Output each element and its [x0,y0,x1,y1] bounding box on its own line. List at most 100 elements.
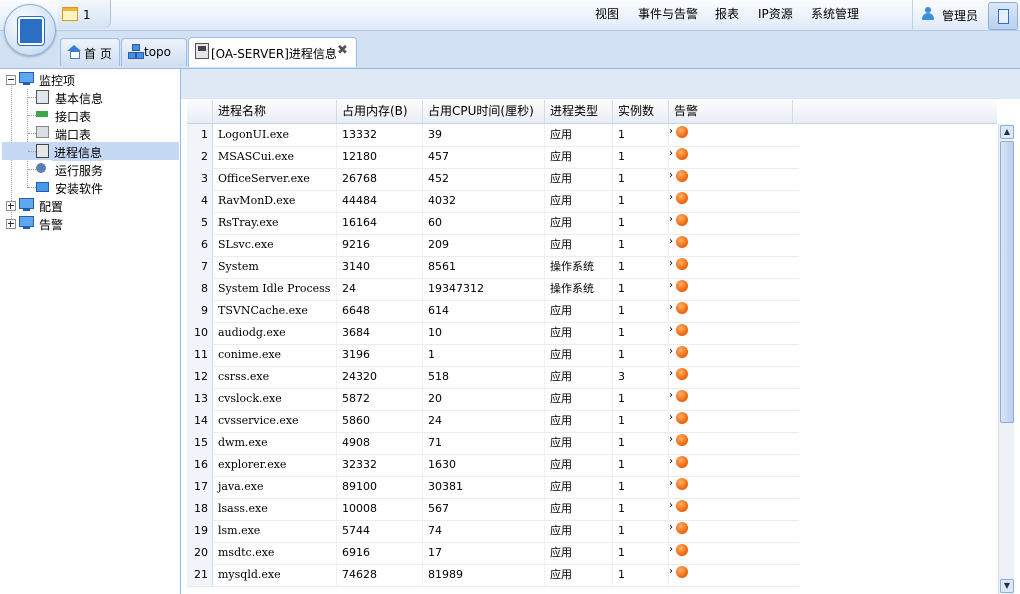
tree-node-process-info[interactable]: 进程信息 [0,142,178,161]
table-row[interactable]: 16 explorer.exe 32332 1630 应用 1 › [187,454,799,477]
alarm-indicator[interactable]: › [669,258,689,274]
table-row[interactable]: 18 lsass.exe 10008 567 应用 1 › [187,498,799,521]
instances-cell: 1 [613,212,669,234]
cpu-time-cell: 518 [423,366,545,388]
alarm-indicator[interactable]: › [669,346,689,362]
user-menu[interactable]: 管理员 [912,0,985,29]
alarm-indicator[interactable]: › [669,500,689,516]
alarm-indicator[interactable]: › [669,478,689,494]
alarm-indicator[interactable]: › [669,368,689,384]
table-row[interactable]: 7 System 3140 8561 操作系统 1 › [187,256,799,279]
table-row[interactable]: 17 java.exe 89100 30381 应用 1 › [187,476,799,499]
table-row[interactable]: 1 LogonUI.exe 13332 39 应用 1 › [187,124,799,147]
process-type-cell: 应用 [545,454,613,476]
scroll-up-icon[interactable]: ▲ [1000,125,1014,139]
table-row[interactable]: 2 MSASCui.exe 12180 457 应用 1 › [187,146,799,169]
close-icon[interactable]: ✖ [337,43,348,58]
alarm-indicator[interactable]: › [669,148,689,164]
alarm-indicator[interactable]: › [669,434,689,450]
server-icon [195,43,209,59]
tree-node-interface-table[interactable]: 接口表 [0,106,178,124]
column-header-cpu-time[interactable]: 占用CPU时间(厘秒) [423,100,545,123]
app-logo[interactable] [4,4,56,56]
tree-node-config[interactable]: 配置 [0,196,178,214]
alarm-indicator[interactable]: › [669,192,689,208]
alarm-indicator[interactable]: › [669,302,689,318]
alarm-indicator[interactable]: › [669,324,689,340]
table-row[interactable]: 8 System Idle Process 24 19347312 操作系统 1 › [187,278,799,301]
alarm-indicator[interactable]: › [669,456,689,472]
table-row[interactable]: 9 TSVNCache.exe 6648 614 应用 1 › [187,300,799,323]
exit-button[interactable] [988,2,1018,30]
table-row[interactable]: 6 SLsvc.exe 9216 209 应用 1 › [187,234,799,257]
process-name-cell: conime.exe [213,344,337,366]
table-row[interactable]: 12 csrss.exe 24320 518 应用 3 › [187,366,799,389]
table-row[interactable]: 14 cvsservice.exe 5860 24 应用 1 › [187,410,799,433]
table-row[interactable]: 15 dwm.exe 4908 71 应用 1 › [187,432,799,455]
scroll-down-icon[interactable]: ▼ [1000,579,1014,593]
table-row[interactable]: 4 RavMonD.exe 44484 4032 应用 1 › [187,190,799,213]
vertical-scrollbar[interactable]: ▲ ▼ [998,124,1014,594]
instances-cell: 1 [613,564,669,586]
alarm-indicator[interactable]: › [669,566,689,582]
tree-node-running-services[interactable]: 运行服务 [0,160,178,178]
expand-icon[interactable] [6,219,16,229]
alarm-indicator[interactable]: › [669,126,689,142]
alarm-indicator[interactable]: › [669,214,689,230]
tab-process-info[interactable]: [OA-SERVER]进程信息 ✖ [188,37,357,67]
menu-item-system-management[interactable]: 系统管理 [811,0,859,29]
column-header-instances[interactable]: 实例数 [613,100,669,123]
table-row[interactable]: 20 msdtc.exe 6916 17 应用 1 › [187,542,799,565]
process-type-cell: 应用 [545,520,613,542]
table-row[interactable]: 3 OfficeServer.exe 26768 452 应用 1 › [187,168,799,191]
memory-cell: 5860 [337,410,423,432]
expand-icon[interactable] [6,201,16,211]
menu-item-ip-resources[interactable]: IP资源 [758,0,793,29]
table-row[interactable]: 13 cvslock.exe 5872 20 应用 1 › [187,388,799,411]
instances-cell: 1 [613,278,669,300]
table-row[interactable]: 10 audiodg.exe 3684 10 应用 1 › [187,322,799,345]
process-name-cell: RsTray.exe [213,212,337,234]
alarm-indicator[interactable]: › [669,390,689,406]
instances-cell: 1 [613,234,669,256]
memory-cell: 44484 [337,190,423,212]
scroll-thumb[interactable] [1000,141,1014,423]
table-row[interactable]: 21 mysqld.exe 74628 81989 应用 1 › [187,564,799,587]
alarm-indicator[interactable]: › [669,170,689,186]
alarm-indicator[interactable]: › [669,236,689,252]
tree-node-monitoring[interactable]: 监控项 [0,70,178,88]
tab-topo[interactable]: topo [121,38,187,66]
alarm-indicator[interactable]: › [669,522,689,538]
column-header-process-name[interactable]: 进程名称 [213,100,337,123]
tab-home[interactable]: 首 页 [60,38,120,66]
menu-item-view[interactable]: 视图 [595,0,619,29]
tree-node-basic-info[interactable]: 基本信息 [0,88,178,106]
process-type-cell: 应用 [545,476,613,498]
menu-item-events-alarms[interactable]: 事件与告警 [638,0,698,29]
row-number: 4 [187,190,213,212]
collapse-icon[interactable] [6,75,16,85]
cpu-time-cell: 24 [423,410,545,432]
process-name-cell: csrss.exe [213,366,337,388]
alarm-indicator[interactable]: › [669,412,689,428]
alarm-indicator[interactable]: › [669,280,689,296]
tree-node-alarms[interactable]: 告警 [0,214,178,232]
panel-toolbar [181,69,1020,99]
process-type-cell: 应用 [545,212,613,234]
tree-node-port-table[interactable]: 端口表 [0,124,178,142]
tree-node-installed-software[interactable]: 安装软件 [0,178,178,196]
table-row[interactable]: 19 lsm.exe 5744 74 应用 1 › [187,520,799,543]
instances-cell: 1 [613,476,669,498]
process-name-cell: System [213,256,337,278]
column-header-alarm[interactable]: 告警 [669,100,793,123]
cpu-time-cell: 81989 [423,564,545,586]
table-row[interactable]: 11 conime.exe 3196 1 应用 1 › [187,344,799,367]
alarm-icon [676,478,688,490]
navigation-tree: 监控项 基本信息 接口表 端口表 进程信息 运行服务 安装软件 配置 告警 [0,69,181,594]
column-header-memory[interactable]: 占用内存(B) [337,100,423,123]
alarm-indicator[interactable]: › [669,544,689,560]
notification-button[interactable]: 1 [58,0,111,29]
table-row[interactable]: 5 RsTray.exe 16164 60 应用 1 › [187,212,799,235]
menu-item-reports[interactable]: 报表 [715,0,739,29]
column-header-process-type[interactable]: 进程类型 [545,100,613,123]
